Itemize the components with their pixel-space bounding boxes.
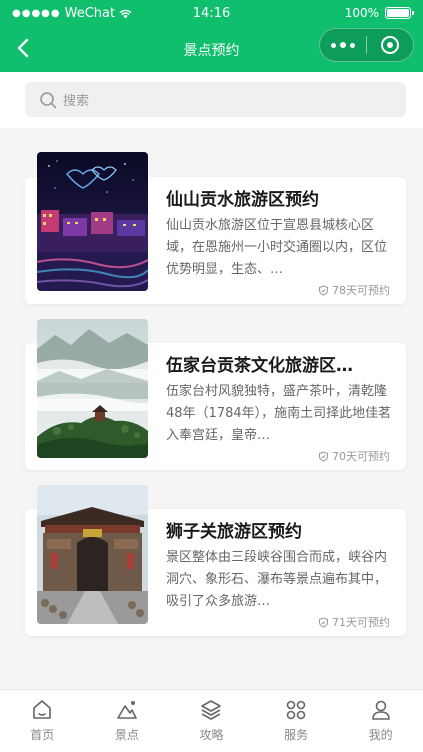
search-placeholder: 搜索	[63, 94, 90, 109]
header: ●●●●● WeChat 14:16 100% 景点预约	[0, 0, 423, 72]
tab-label: 景点	[114, 728, 139, 742]
attraction-title: 仙山贡水旅游区预约	[166, 190, 319, 210]
more-menu-button[interactable]	[320, 29, 366, 61]
mini-program-capsule	[319, 28, 414, 62]
search-bar: 搜索	[0, 72, 423, 128]
home-icon	[33, 700, 52, 719]
grid-icon	[286, 700, 306, 720]
more-dot-icon	[340, 42, 346, 48]
attraction-description: 仙山贡水旅游区位于宣恩县城核心区域，在恩施州一小时交通圈以内，区位优势明显，生态…	[166, 218, 388, 277]
mountain-icon	[117, 701, 137, 719]
tab-home[interactable]: 首页	[0, 690, 85, 752]
layers-icon	[201, 700, 222, 720]
availability-badge: 78天可预约	[318, 282, 390, 298]
availability-text: 78天可预约	[332, 284, 390, 297]
battery-percent: 100%	[344, 6, 379, 20]
shield-check-icon	[319, 450, 328, 462]
tab-label: 服务	[284, 728, 309, 742]
tab-label: 我的	[368, 728, 393, 742]
user-icon	[371, 700, 390, 720]
attraction-description: 伍家台村风貌独特，盛产茶叶，清乾隆48年（1784年），施南土司择此地佳茗入奉宫…	[166, 384, 392, 443]
attraction-description: 景区整体由三段峡谷围合而成，峡谷内洞穴、象形石、瀑布等景点遍布其中，吸引了众多旅…	[166, 550, 388, 609]
availability-text: 70天可预约	[332, 450, 390, 463]
attraction-image	[37, 319, 148, 458]
close-mini-program-button[interactable]	[367, 29, 413, 61]
more-dot-icon	[350, 42, 355, 48]
attraction-card[interactable]: 伍家台贡茶文化旅游区… 伍家台村风貌独特，盛产茶叶，清乾隆48年（1784年），…	[25, 319, 406, 470]
shield-check-icon	[319, 284, 328, 296]
attraction-title: 伍家台贡茶文化旅游区…	[166, 356, 353, 376]
availability-badge: 71天可预约	[318, 614, 390, 630]
search-icon	[40, 91, 57, 108]
shield-check-icon	[319, 616, 328, 628]
attraction-card[interactable]: 仙山贡水旅游区预约 仙山贡水旅游区位于宣恩县城核心区域，在恩施州一小时交通圈以内…	[25, 152, 406, 304]
tab-label: 攻略	[199, 728, 224, 742]
tab-attractions[interactable]: 景点	[85, 690, 170, 752]
attraction-card[interactable]: 狮子关旅游区预约 景区整体由三段峡谷围合而成，峡谷内洞穴、象形石、瀑布等景点遍布…	[25, 485, 406, 636]
tab-label: 首页	[30, 728, 55, 742]
tab-services[interactable]: 服务	[254, 690, 339, 752]
attraction-image	[37, 152, 148, 291]
availability-text: 71天可预约	[332, 616, 390, 629]
attraction-image	[37, 485, 148, 624]
tab-profile[interactable]: 我的	[338, 690, 423, 752]
tab-guides[interactable]: 攻略	[169, 690, 254, 752]
status-bar: ●●●●● WeChat 14:16 100%	[0, 0, 423, 28]
attraction-title: 狮子关旅游区预约	[166, 522, 302, 542]
more-dot-icon	[331, 42, 336, 48]
availability-badge: 70天可预约	[318, 448, 390, 464]
tab-bar: 首页 景点 攻略 服务 我的	[0, 689, 423, 752]
battery-icon	[385, 7, 414, 19]
target-icon	[381, 36, 399, 54]
search-input[interactable]: 搜索	[25, 82, 406, 117]
